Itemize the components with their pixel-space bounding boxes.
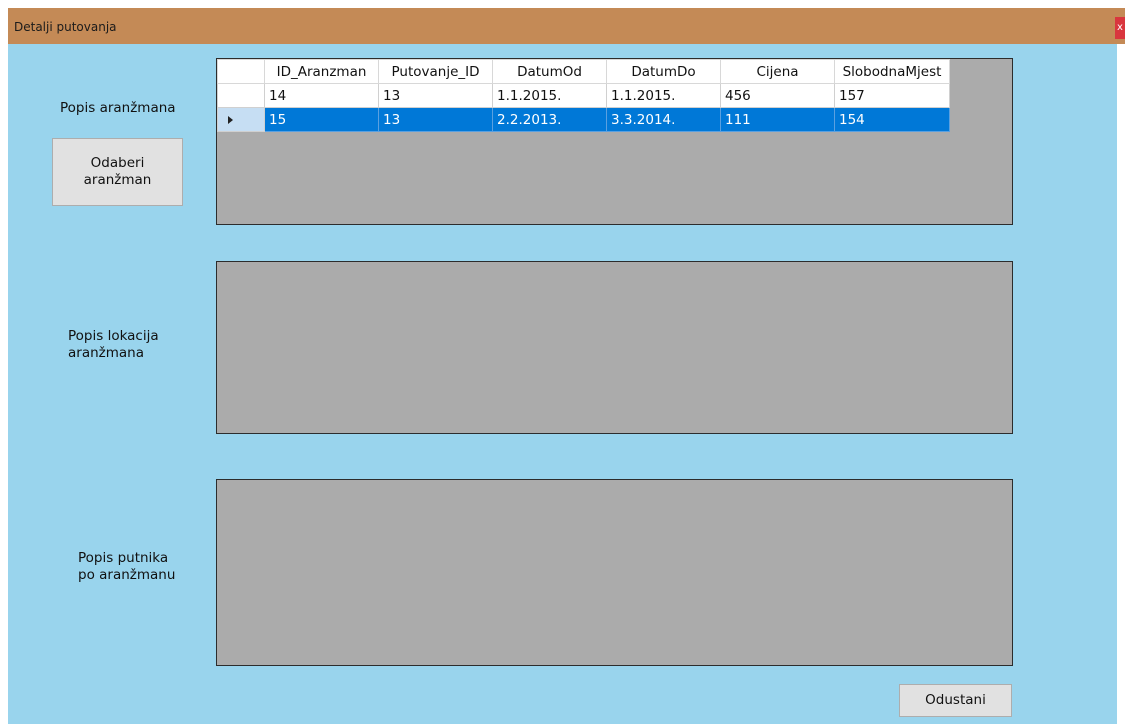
table-cell[interactable]: 13 [378,83,493,108]
table-cell[interactable]: 111 [720,107,835,132]
column-header[interactable]: Putovanje_ID [378,59,493,84]
arrangements-grid[interactable]: ID_Aranzman Putovanje_ID DatumOd DatumDo… [216,58,1013,225]
table-cell[interactable]: 157 [834,83,950,108]
table-cell[interactable]: 14 [264,83,379,108]
table-cell[interactable]: 3.3.2014. [606,107,721,132]
passengers-grid[interactable] [216,479,1013,666]
title-bar: Detalji putovanja x [8,8,1125,44]
table-row[interactable]: 15 13 2.2.2013. 3.3.2014. 111 154 [217,107,950,132]
row-header[interactable] [217,83,265,108]
column-header[interactable]: DatumDo [606,59,721,84]
locations-grid[interactable] [216,261,1013,434]
cancel-button[interactable]: Odustani [899,684,1012,717]
table-cell[interactable]: 2.2.2013. [492,107,607,132]
arrangements-label: Popis aranžmana [60,100,176,116]
passengers-label: Popis putnika po aranžmanu [78,550,176,583]
table-cell[interactable]: 13 [378,107,493,132]
column-header[interactable]: Cijena [720,59,835,84]
column-header[interactable]: ID_Aranzman [264,59,379,84]
locations-label: Popis lokacija aranžmana [68,328,159,361]
arrangements-table: ID_Aranzman Putovanje_ID DatumOd DatumDo… [217,59,950,132]
table-cell[interactable]: 1.1.2015. [492,83,607,108]
table-cell[interactable]: 15 [264,107,379,132]
header-row: ID_Aranzman Putovanje_ID DatumOd DatumDo… [217,59,950,84]
table-cell[interactable]: 154 [834,107,950,132]
current-row-arrow-icon [228,115,233,124]
column-header[interactable]: DatumOd [492,59,607,84]
table-cell[interactable]: 1.1.2015. [606,83,721,108]
form-client-area: Popis aranžmana Odaberi aranžman ID_Aran… [8,44,1117,724]
window-title: Detalji putovanja [14,20,117,34]
row-header[interactable] [217,107,265,132]
table-row[interactable]: 14 13 1.1.2015. 1.1.2015. 456 157 [217,83,950,108]
table-cell[interactable]: 456 [720,83,835,108]
header-corner [217,59,265,84]
column-header[interactable]: SlobodnaMjest [834,59,950,84]
close-button[interactable]: x [1115,17,1125,39]
select-arrangement-button[interactable]: Odaberi aranžman [52,138,183,206]
